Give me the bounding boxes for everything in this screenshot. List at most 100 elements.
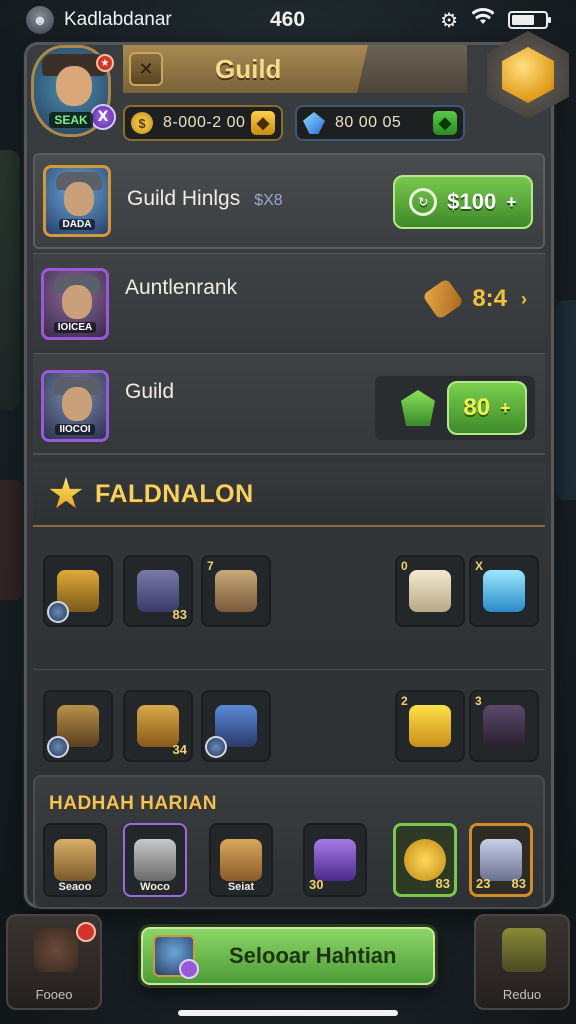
item-slot[interactable]: 30 [303, 823, 367, 897]
face-icon [62, 387, 92, 421]
item-slot[interactable]: Woco [123, 823, 187, 897]
battery-icon [508, 11, 551, 29]
section-header: FALDNALON [33, 463, 545, 527]
rank-badge-icon [47, 601, 69, 623]
row-title: Guild Hinlgs $X8 [127, 187, 283, 211]
gem-amount: 80 00 05 [335, 114, 402, 131]
refresh-icon: ↻ [409, 188, 438, 216]
list-item[interactable]: IIOCOI Guild 80 + [33, 353, 545, 455]
hero-portrait: IIOCOI [41, 370, 109, 442]
treasure-icon [137, 705, 179, 747]
chest-icon [137, 570, 179, 612]
section-header: HADHAH HARIAN [33, 779, 545, 829]
item-count: 34 [172, 742, 187, 757]
item-slot[interactable] [43, 690, 113, 762]
green-crystal-icon [401, 390, 435, 426]
item-count: 23 [476, 876, 491, 891]
status-time: 460 [270, 8, 306, 31]
box-icon [220, 839, 262, 881]
hero-portrait: IOICEA [41, 268, 109, 340]
hero-portrait[interactable]: SEAK X ★ [31, 45, 116, 137]
item-slot[interactable]: Seiat [209, 823, 273, 897]
gold-hexagon-icon [502, 47, 554, 103]
section-title: FALDNALON [95, 479, 254, 508]
portrait-tag: DADA [58, 219, 96, 230]
reward-icon [502, 928, 546, 972]
buy-button[interactable]: ↻ $100 + [393, 175, 533, 229]
item-slot[interactable] [201, 690, 271, 762]
price-link[interactable]: 8:4 › [422, 278, 527, 320]
title-banner: ✕ Guild [123, 45, 377, 93]
rank-badge-icon [205, 736, 227, 758]
guild-header: SEAK X ★ ✕ Guild $ 8-000-2 00 ◆ 80 00 05… [27, 31, 569, 153]
gem-icon [303, 112, 325, 134]
scroll-icon [422, 278, 465, 320]
item-corner-label: 7 [207, 559, 214, 573]
item-slot[interactable]: 23 83 [469, 823, 533, 897]
add-gem-button[interactable]: ◆ [433, 111, 457, 135]
item-count: 83 [511, 876, 526, 891]
gold-shard-icon [409, 705, 451, 747]
main-action-button[interactable]: Selooar Hahtian [138, 924, 438, 988]
guild-panel: SEAK X ★ ✕ Guild $ 8-000-2 00 ◆ 80 00 05… [24, 31, 569, 909]
item-slot[interactable] [43, 555, 113, 627]
portrait-tag: IIOCOI [55, 424, 95, 435]
item-slot[interactable]: 0 [395, 555, 465, 627]
item-slot[interactable]: 34 [123, 690, 193, 762]
gold-coin-icon: $ [131, 112, 153, 134]
price-label: 80 [463, 394, 491, 421]
price-label: $100 [447, 189, 497, 214]
row-title-text: Guild Hinlgs [127, 187, 241, 210]
item-label: Seiat [227, 881, 255, 893]
status-user-name: Kadlabdanar [64, 9, 172, 30]
plus-icon: + [500, 397, 511, 418]
list-item[interactable]: DADA Guild Hinlgs $X8 ↻ $100 + [33, 153, 545, 249]
home-indicator[interactable] [178, 1010, 398, 1016]
arrow-right-icon: › [521, 288, 527, 309]
notification-dot-icon [76, 922, 96, 942]
guild-emblem-icon[interactable] [487, 31, 569, 119]
status-icons: ⚙ [440, 8, 551, 33]
item-count: 83 [172, 607, 187, 622]
nav-label: Fooeo [35, 987, 73, 1002]
list-item[interactable]: IOICEA Auntlenrank 8:4 › [33, 253, 545, 353]
cube-icon [480, 839, 522, 881]
background-scenery [0, 150, 20, 410]
item-slot[interactable]: Seaoo [43, 823, 107, 897]
item-count: 83 [435, 876, 450, 891]
item-slot[interactable]: 83 [123, 555, 193, 627]
item-slot[interactable]: 2 [395, 690, 465, 762]
nav-button-left[interactable]: Fooeo [6, 914, 102, 1010]
hero-class-badge-icon: X [90, 104, 116, 130]
price-area: 80 + [375, 376, 535, 440]
face-icon [62, 285, 92, 319]
background-scenery [556, 300, 576, 500]
face-icon [64, 182, 94, 216]
crossed-swords-icon: ✕ [129, 52, 163, 86]
item-slot[interactable]: 7 [201, 555, 271, 627]
notification-dot-icon: ★ [96, 54, 114, 72]
row-title: Auntlenrank [125, 276, 238, 299]
buy-button[interactable]: 80 + [447, 381, 527, 435]
item-slot[interactable]: X [469, 555, 539, 627]
item-slot[interactable]: 83 [393, 823, 457, 897]
section-title: HADHAH HARIAN [49, 793, 217, 814]
plus-icon: + [506, 191, 517, 212]
crate-icon [134, 839, 176, 881]
row-title: Guild [125, 380, 175, 403]
settings-gear-icon[interactable]: ⚙ [440, 8, 458, 33]
gem-currency-display: 80 00 05 ◆ [295, 105, 465, 141]
item-grid: Seaoo Woco Seiat 30 83 23 83 [33, 823, 545, 903]
shield-icon [314, 839, 356, 881]
item-slot[interactable]: 3 [469, 690, 539, 762]
chest-icon [54, 839, 96, 881]
item-label: Seaoo [58, 881, 92, 893]
star-icon [49, 477, 83, 508]
item-grid: 83 7 0 X [33, 535, 545, 661]
rank-badge-icon [47, 736, 69, 758]
add-gold-button[interactable]: ◆ [251, 111, 275, 135]
portrait-tag: IOICEA [53, 322, 97, 333]
hero-portrait-icon [153, 935, 199, 979]
item-count: 30 [309, 877, 324, 892]
nav-button-right[interactable]: Reduo [474, 914, 570, 1010]
